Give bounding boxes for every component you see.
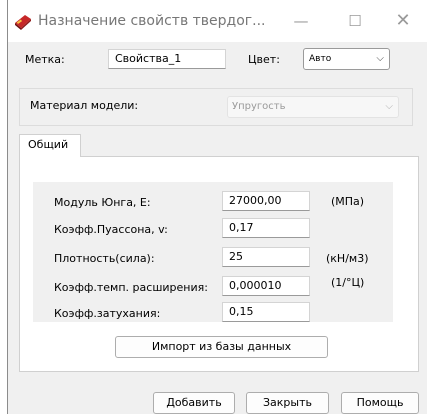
youngs-modulus-input[interactable]: 27000,00: [222, 191, 310, 211]
close-window-button[interactable]: ✕: [388, 8, 418, 34]
property-label: Коэфф.темп. расширения:: [54, 281, 208, 294]
dialog-window: Назначение свойств твердог... — ☐ ✕ Метк…: [7, 0, 427, 414]
add-button[interactable]: Добавить: [153, 392, 235, 414]
title-bar[interactable]: Назначение свойств твердог... — ☐ ✕: [8, 0, 427, 42]
app-icon: [15, 15, 31, 30]
damping-input[interactable]: 0,15: [222, 302, 310, 322]
property-unit: (кН/м3): [326, 252, 369, 265]
chevron-down-icon: ⌵: [385, 101, 393, 112]
tab-general[interactable]: Общий: [19, 134, 81, 157]
window-title: Назначение свойств твердог...: [38, 13, 266, 29]
property-unit: (МПа): [331, 195, 365, 208]
help-button[interactable]: Помощь: [341, 392, 419, 414]
property-label: Плотность(сила):: [54, 252, 155, 265]
thermal-expansion-input[interactable]: 0,000010: [222, 276, 310, 296]
material-select[interactable]: Упругость ⌵: [227, 96, 399, 118]
color-field-label: Цвет:: [248, 53, 280, 66]
material-label: Материал модели:: [30, 99, 139, 112]
color-select-value: Авто: [309, 54, 332, 64]
poisson-ratio-input[interactable]: 0,17: [222, 218, 310, 238]
maximize-button[interactable]: ☐: [340, 8, 370, 34]
color-select[interactable]: Авто ⌵: [303, 48, 390, 70]
property-label: Коэфф.Пуассона, v:: [54, 223, 168, 236]
density-input[interactable]: 25: [222, 247, 310, 267]
property-label: Коэфф.затухания:: [54, 307, 161, 320]
label-input[interactable]: Свойства_1: [108, 49, 226, 69]
property-unit: (1/°Ц): [331, 276, 365, 289]
close-button[interactable]: Закрыть: [246, 392, 329, 414]
label-field-label: Метка:: [25, 53, 65, 66]
material-select-value: Упругость: [232, 101, 286, 112]
property-label: Модуль Юнга, E:: [54, 196, 151, 209]
material-group: Материал модели: Упругость ⌵: [19, 88, 413, 126]
import-from-database-button[interactable]: Импорт из базы данных: [115, 336, 328, 358]
chevron-down-icon: ⌵: [376, 53, 384, 64]
minimize-button[interactable]: —: [286, 8, 316, 34]
